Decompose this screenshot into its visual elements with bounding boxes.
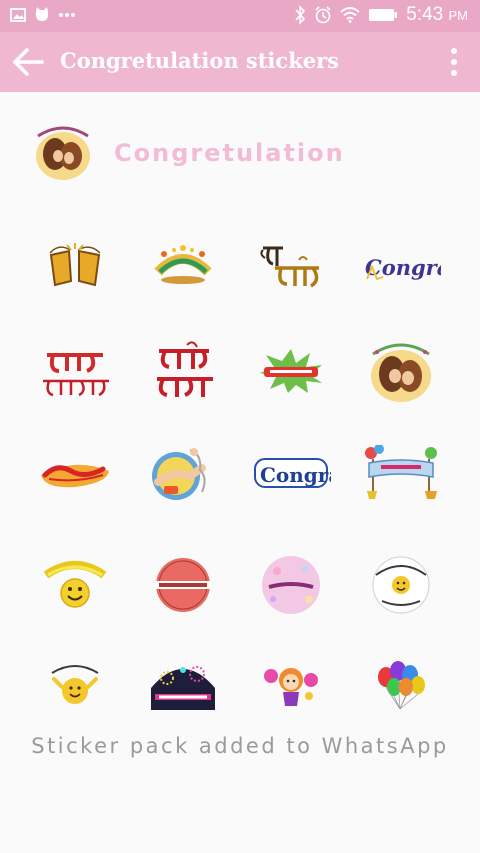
congratulations-banner-sticker: [365, 445, 437, 499]
sticker-cell[interactable]: [138, 224, 228, 306]
pack-tray-icon: [28, 122, 98, 182]
battery-icon: [369, 9, 398, 21]
congratulations-splash-sticker: [260, 349, 322, 393]
system-icons: 5:43 PM: [294, 4, 468, 26]
gallery-icon: [10, 7, 26, 22]
sticker-cell[interactable]: [356, 544, 446, 626]
svg-text:Congrats!: Congrats!: [260, 463, 331, 487]
congratulations-cheer-sticker: [51, 665, 99, 704]
sticker-cell[interactable]: [138, 432, 228, 514]
congratulations-couple-sticker: [371, 343, 431, 402]
more-notifications-icon: [59, 12, 75, 17]
clock: 5:43 PM: [406, 4, 468, 25]
sticker-cell[interactable]: [246, 224, 336, 306]
congrats-script-sticker: Congrats!: [365, 255, 441, 281]
sticker-cell[interactable]: Congrats!: [246, 432, 336, 514]
sticker-cell[interactable]: [30, 224, 120, 306]
back-button[interactable]: [10, 44, 46, 80]
notification-icons: [10, 7, 76, 22]
overflow-menu-button[interactable]: [440, 44, 468, 80]
sticker-cell[interactable]: [356, 644, 446, 726]
congratulations-burst-sticker: [154, 245, 212, 284]
overflow-menu-icon: [451, 48, 457, 76]
sticker-pack-header: Congretulation: [0, 92, 480, 212]
sticker-cell[interactable]: [30, 330, 120, 412]
hindi-badhai-sticker: [260, 246, 319, 288]
bluetooth-icon: [295, 5, 306, 25]
sticker-cell[interactable]: [138, 644, 228, 726]
sticker-cell[interactable]: [30, 544, 120, 626]
hardik-shubhechha-sticker: [157, 341, 213, 397]
alarm-icon: [315, 6, 331, 24]
beer-mugs-sticker: [49, 243, 101, 287]
sticker-cell[interactable]: [138, 330, 228, 412]
sticker-cell[interactable]: [356, 432, 446, 514]
sticker-cell[interactable]: [356, 330, 446, 412]
sticker-cell[interactable]: [246, 644, 336, 726]
cheerleader-sticker: [264, 668, 318, 706]
page-title: Congretulation stickers: [60, 48, 339, 73]
balloons-sticker: [378, 661, 425, 710]
app-bar: Congretulation stickers: [0, 32, 480, 92]
hardik-shubhkamnaye-sticker: [43, 353, 109, 397]
congrats-smiley-sticker: [43, 561, 107, 608]
handshake-sticker: [152, 448, 206, 500]
sticker-cell[interactable]: [246, 544, 336, 626]
wifi-icon: [340, 7, 360, 23]
congrats-blue-sticker: Congrats!: [254, 458, 331, 488]
cat-icon: [35, 7, 49, 21]
added-to-whatsapp-status: Sticker pack added to WhatsApp: [31, 734, 449, 758]
congratulations-way-to-go-sticker: [372, 556, 430, 614]
congratulations-fireworks-sticker: [151, 666, 215, 710]
sticker-cell[interactable]: Congrats!: [356, 224, 446, 306]
sticker-cell[interactable]: [30, 432, 120, 514]
status-bar: 5:43 PM: [0, 0, 480, 32]
pack-title: Congretulation: [114, 139, 345, 167]
arrow-left-icon: [13, 48, 44, 76]
congratulations-red-script-sticker: [41, 464, 109, 488]
sticker-cell[interactable]: [30, 644, 120, 726]
congratulations-pink-circle-sticker: [262, 556, 320, 614]
congratulations-badge-sticker: [155, 558, 211, 612]
sticker-cell[interactable]: [138, 544, 228, 626]
sticker-cell[interactable]: [246, 330, 336, 412]
